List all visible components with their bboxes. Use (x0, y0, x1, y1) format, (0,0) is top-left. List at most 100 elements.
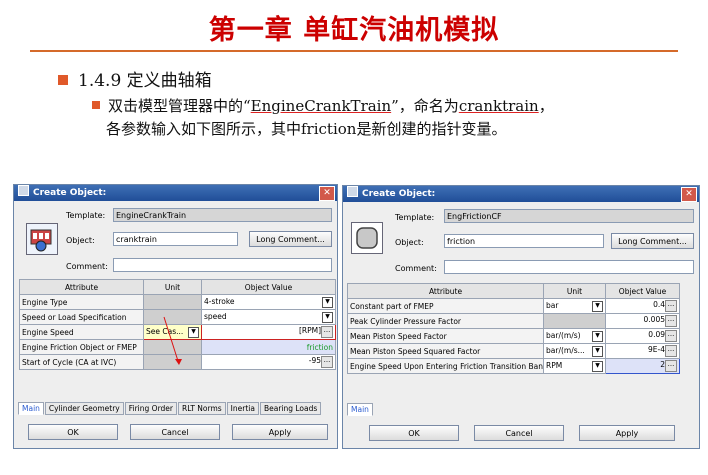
attr-cell: Constant part of FMEP (347, 298, 544, 314)
desc-text-c: ， (538, 97, 554, 115)
unit-dropdown[interactable]: bar ▼ (543, 298, 606, 314)
col-attribute-header: Attribute (347, 283, 544, 299)
table-row: Constant part of FMEP bar ▼ ... 0.4 (347, 298, 680, 314)
unit-text: bar/(m/s) (546, 330, 581, 340)
value-text: 0.005 (643, 315, 665, 324)
ellipsis-button[interactable]: ... (321, 326, 333, 338)
value-dropdown[interactable]: speed ▼ (201, 309, 336, 325)
chevron-down-icon[interactable]: ▼ (592, 360, 603, 372)
bullet-square-icon (58, 75, 68, 85)
value-input[interactable]: ... 0.4 (605, 298, 680, 314)
create-object-window-left: Create Object: ✕ Template: EngineCrankTra… (13, 184, 338, 449)
template-label: Template: (66, 211, 106, 220)
value-input[interactable]: friction (201, 339, 336, 355)
title-bar[interactable]: Create Object: ✕ (14, 185, 337, 201)
value-input[interactable]: ... 0.09 (605, 328, 680, 344)
ellipsis-button[interactable]: ... (665, 315, 677, 327)
tab-cylinder-geometry[interactable]: Cylinder Geometry (44, 402, 124, 415)
section-heading: 1.4.9 定义曲轴箱 (78, 71, 212, 91)
tab-main[interactable]: Main (347, 403, 373, 416)
attr-cell: Engine Speed (19, 324, 144, 340)
ellipsis-button[interactable]: ... (321, 356, 333, 368)
comment-input[interactable] (113, 258, 332, 272)
unit-dropdown[interactable]: RPM ▼ (543, 358, 606, 374)
chevron-down-icon[interactable]: ▼ (322, 311, 333, 323)
unit-dropdown[interactable]: bar/(m/s) ▼ (543, 328, 606, 344)
unit-cell (143, 294, 202, 310)
template-field: EngineCrankTrain (113, 208, 332, 222)
unit-dropdown[interactable]: bar/(m/s... ▼ (543, 343, 606, 359)
value-text: 2 (660, 360, 665, 369)
tab-bar: Main Cylinder Geometry Firing Order RLT Nor… (18, 402, 322, 415)
apply-button[interactable]: Apply (232, 424, 328, 440)
object-name-input[interactable]: cranktrain (113, 232, 238, 246)
close-button[interactable]: ✕ (319, 186, 335, 201)
cancel-button[interactable]: Cancel (130, 424, 220, 440)
col-attribute-header: Attribute (19, 279, 144, 295)
window-icon (347, 186, 358, 197)
window-title: Create Object: (362, 189, 436, 199)
apply-button[interactable]: Apply (579, 425, 675, 441)
table-row: Mean Piston Speed Squared Factor bar/(m/… (347, 343, 680, 359)
annotation-arrow (163, 316, 182, 365)
ellipsis-button[interactable]: ... (665, 360, 677, 372)
close-button[interactable]: ✕ (681, 187, 697, 202)
value-input[interactable]: ... 9E-4 (605, 343, 680, 359)
value-dropdown[interactable]: 4-stroke ▼ (201, 294, 336, 310)
title-bar[interactable]: Create Object: ✕ (343, 186, 699, 202)
create-object-window-right: Create Object: ✕ Template: EngFrictionCF … (342, 185, 700, 449)
comment-label: Comment: (395, 264, 437, 273)
attr-cell: Mean Piston Speed Squared Factor (347, 343, 544, 359)
unit-text: bar (546, 300, 559, 310)
window-icon (18, 185, 29, 196)
ellipsis-button[interactable]: ... (665, 345, 677, 357)
comment-label: Comment: (66, 262, 108, 271)
desc-text-b: ”，命名为 (391, 97, 459, 115)
bullet-description: 双击模型管理器中的“EngineCrankTrain”，命名为cranktrai… (92, 95, 554, 141)
value-text: 0.09 (648, 330, 665, 339)
chevron-down-icon[interactable]: ▼ (592, 300, 603, 312)
chevron-down-icon[interactable]: ▼ (592, 345, 603, 357)
col-unit-header: Unit (143, 279, 202, 295)
tab-inertia[interactable]: Inertia (226, 402, 259, 415)
friction-template-icon (351, 222, 383, 254)
desc-text-a: 双击模型管理器中的“ (108, 97, 251, 115)
slide-title: 第一章 单缸汽油机模拟 (208, 15, 500, 46)
unit-text: bar/(m/s... (546, 345, 585, 355)
col-value-header: Object Value (605, 283, 680, 299)
attr-cell: Mean Piston Speed Factor (347, 328, 544, 344)
object-name-input[interactable]: friction (444, 234, 604, 248)
tab-bearing-loads[interactable]: Bearing Loads (259, 402, 322, 415)
ellipsis-button[interactable]: ... (665, 330, 677, 342)
chevron-down-icon[interactable]: ▼ (322, 296, 333, 308)
value-text: [RPM] (298, 326, 321, 335)
object-label: Object: (395, 238, 424, 247)
table-row: Engine Speed Upon Entering Friction Tran… (347, 358, 680, 374)
value-text: 0.4 (653, 300, 665, 309)
attr-cell: Engine Friction Object or FMEP (19, 339, 144, 355)
attribute-table: Attribute Unit Object Value Constant par… (347, 283, 680, 374)
long-comment-button[interactable]: Long Comment... (249, 231, 332, 247)
value-input[interactable]: ... 0.005 (605, 313, 680, 329)
object-label: Object: (66, 236, 95, 245)
crank-train-template-icon (26, 223, 58, 255)
value-input[interactable]: ... -95 (201, 354, 336, 370)
unit-cell (543, 313, 606, 329)
chevron-down-icon[interactable]: ▼ (592, 330, 603, 342)
tab-main[interactable]: Main (18, 402, 44, 415)
attr-cell: Start of Cycle (CA at IVC) (19, 354, 144, 370)
title-divider (30, 50, 678, 52)
ok-button[interactable]: OK (28, 424, 118, 440)
ellipsis-button[interactable]: ... (665, 300, 677, 312)
comment-input[interactable] (444, 260, 694, 274)
long-comment-button[interactable]: Long Comment... (611, 233, 694, 249)
cancel-button[interactable]: Cancel (474, 425, 564, 441)
object-name-text: cranktrain (458, 97, 539, 115)
ok-button[interactable]: OK (369, 425, 459, 441)
tab-firing-order[interactable]: Firing Order (124, 402, 177, 415)
value-input[interactable]: ... [RPM] (201, 324, 336, 340)
attr-cell: Speed or Load Specification (19, 309, 144, 325)
template-label: Template: (395, 213, 435, 222)
tab-rlt-norms[interactable]: RLT Norms (177, 402, 226, 415)
value-input[interactable]: ... 2 (605, 358, 680, 374)
